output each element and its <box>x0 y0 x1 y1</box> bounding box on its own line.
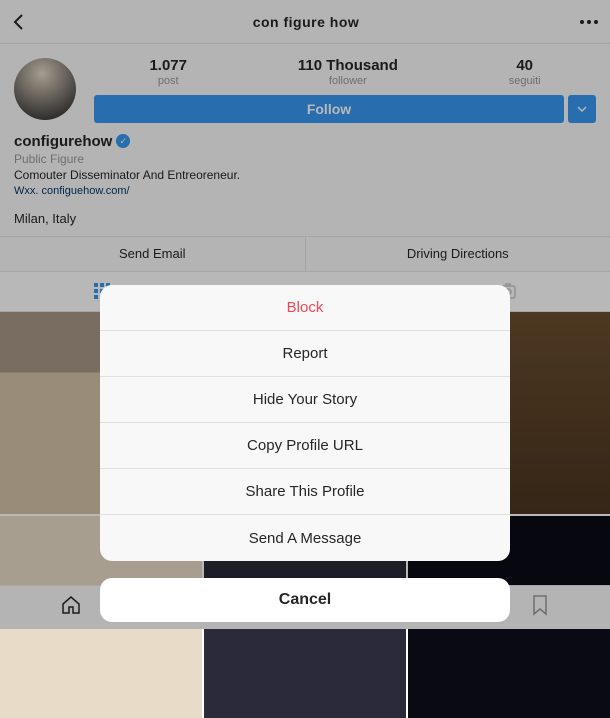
report-option[interactable]: Report <box>100 331 510 377</box>
action-sheet: Block Report Hide Your Story Copy Profil… <box>100 285 510 561</box>
block-option[interactable]: Block <box>100 285 510 331</box>
cancel-button[interactable]: Cancel <box>100 578 510 622</box>
share-profile-option[interactable]: Share This Profile <box>100 469 510 515</box>
send-message-option[interactable]: Send A Message <box>100 515 510 561</box>
hide-story-option[interactable]: Hide Your Story <box>100 377 510 423</box>
copy-url-option[interactable]: Copy Profile URL <box>100 423 510 469</box>
